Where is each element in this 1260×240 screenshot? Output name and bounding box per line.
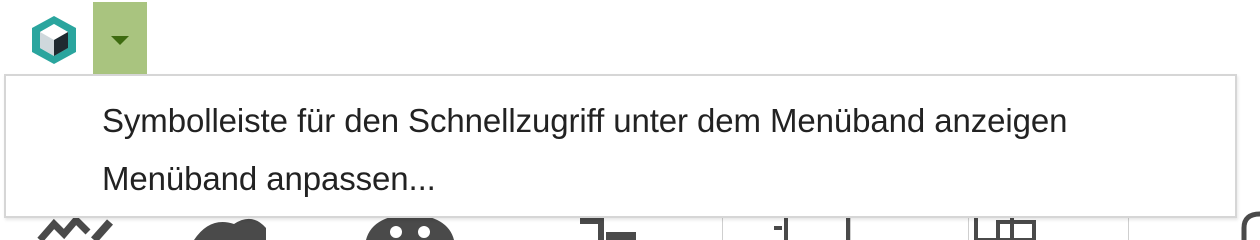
caret-down-icon [111,36,129,45]
menu-item-show-below-ribbon[interactable]: Symbolleiste für den Schnellzugriff unte… [6,84,1235,150]
menu-item-label: Symbolleiste für den Schnellzugriff unte… [102,102,1068,139]
application-window: Symbolleiste für den Schnellzugriff unte… [0,0,1260,240]
menu-item-label: Menüband anpassen... [102,160,436,197]
app-cube-logo-icon[interactable] [28,14,80,66]
quick-access-menu: Symbolleiste für den Schnellzugriff unte… [4,74,1237,218]
customize-quick-access-dropdown-button[interactable] [93,2,147,74]
quick-access-toolbar [0,0,1260,76]
link-tool-icon[interactable] [1240,210,1260,240]
menu-item-customize-ribbon[interactable]: Menüband anpassen... [6,152,1235,218]
